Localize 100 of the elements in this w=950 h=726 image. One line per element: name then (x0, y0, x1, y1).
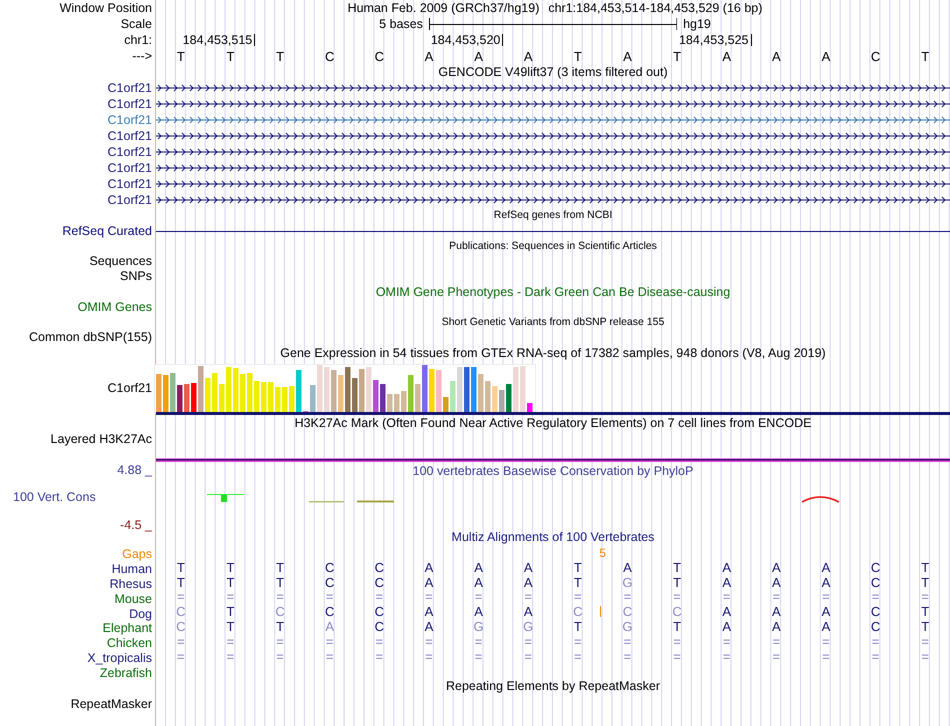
axis-min-label: -4.5 _ (120, 518, 152, 531)
expression-bar[interactable] (198, 366, 204, 413)
track-label[interactable]: Human (112, 563, 152, 576)
aligned-base: = (326, 634, 334, 648)
track-label[interactable]: C1orf21 (108, 146, 152, 158)
base-letter: T (276, 50, 284, 62)
aligned-base: = (872, 590, 880, 604)
expression-bar[interactable] (233, 368, 238, 413)
expression-bar[interactable] (240, 374, 246, 413)
track-label[interactable]: C1orf21 (108, 382, 152, 394)
track-label[interactable]: RefSeq Curated (62, 224, 152, 238)
aligned-base: T (276, 576, 284, 589)
aligned-base: = (574, 634, 582, 648)
aligned-base: C (870, 576, 880, 589)
expression-bar[interactable] (254, 381, 260, 413)
aligned-base: A (772, 605, 781, 618)
insertion-marker (600, 606, 602, 618)
aligned-base: T (276, 560, 284, 574)
track-label[interactable]: RepeatMasker (70, 698, 152, 710)
track-label[interactable]: C1orf21 (108, 82, 152, 94)
track-label[interactable]: C1orf21 (108, 114, 152, 126)
track-label[interactable]: Dog (129, 608, 152, 620)
aligned-base: = (673, 634, 681, 648)
expression-bar[interactable] (156, 374, 162, 413)
expression-bar[interactable] (247, 373, 252, 413)
track-label[interactable]: OMIM Genes (78, 301, 152, 314)
ruler-position: 184,453,520 (430, 34, 504, 46)
aligned-base: A (474, 576, 483, 589)
track-label[interactable]: C1orf21 (108, 194, 152, 206)
expression-bar[interactable] (275, 387, 280, 413)
track-title: Gene Expression in 54 tissues from GTEx RNA-seq of 17382 samples, 948 donors (V8, Aug 2019) (280, 346, 826, 360)
expression-bar[interactable] (212, 373, 218, 413)
expression-bar[interactable] (366, 367, 372, 413)
track-label[interactable]: Chicken (106, 637, 152, 650)
expression-bar[interactable] (331, 370, 336, 413)
track-label[interactable]: C1orf21 (108, 98, 152, 110)
expression-bar[interactable] (282, 387, 288, 413)
expression-bar[interactable] (296, 370, 302, 413)
expression-bar[interactable] (359, 369, 364, 413)
track-label[interactable]: Rhesus (110, 578, 152, 590)
expression-bar[interactable] (429, 369, 434, 413)
aligned-base: = (226, 634, 234, 648)
assembly-name: Human Feb. 2009 (GRCh37/hg19) (348, 2, 540, 14)
expression-bar[interactable] (170, 373, 176, 413)
expression-bar[interactable] (226, 367, 232, 413)
aligned-base: A (524, 560, 533, 574)
track-title: Multiz Alignments of 100 Vertebrates (452, 530, 654, 544)
expression-bar[interactable] (520, 366, 526, 413)
track-label[interactable]: C1orf21 (108, 178, 152, 190)
expression-bar[interactable] (492, 386, 498, 413)
aligned-base: = (276, 650, 284, 663)
expression-bar[interactable] (443, 397, 448, 413)
base-letter: T (574, 50, 582, 62)
gene-line[interactable] (156, 230, 950, 232)
base-letter: T (176, 50, 185, 62)
track-label[interactable]: C1orf21 (108, 130, 152, 142)
expression-bar[interactable] (436, 370, 442, 413)
base-letter: A (524, 50, 533, 62)
track-label[interactable]: SNPs (120, 270, 152, 283)
expression-bar[interactable] (415, 384, 420, 413)
expression-bar[interactable] (394, 394, 400, 413)
expression-bar[interactable] (289, 386, 294, 413)
base-letter: A (722, 50, 732, 62)
expression-bar[interactable] (205, 378, 210, 413)
expression-bar[interactable] (408, 375, 414, 413)
aligned-base: G (474, 620, 484, 634)
expression-bar[interactable] (219, 384, 224, 413)
track-label[interactable]: Elephant (102, 622, 152, 635)
aligned-base: = (624, 634, 632, 648)
track-label[interactable]: Zebrafish (100, 666, 152, 680)
aligned-base: T (673, 576, 682, 589)
expression-bar[interactable] (324, 367, 330, 413)
expression-bar[interactable] (268, 382, 274, 413)
track-label[interactable]: Sequences (89, 255, 152, 268)
expression-bar[interactable] (485, 381, 490, 413)
expression-bar[interactable] (387, 394, 392, 413)
aligned-base: = (624, 650, 632, 663)
expression-bar[interactable] (310, 385, 316, 413)
expression-bar[interactable] (261, 382, 266, 413)
aligned-base: T (574, 620, 582, 634)
expression-bar[interactable] (478, 374, 484, 413)
track-label[interactable]: 100 Vert. Cons (13, 491, 96, 504)
expression-bar[interactable] (457, 367, 462, 413)
expression-bar[interactable] (338, 375, 344, 413)
track-label[interactable]: Layered H3K27Ac (50, 433, 152, 446)
expression-bar[interactable] (401, 391, 406, 413)
expression-bar[interactable] (317, 365, 322, 413)
track-label[interactable]: Common dbSNP(155) (29, 331, 152, 344)
aligned-base: A (822, 560, 830, 574)
aligned-base: = (872, 634, 880, 648)
track-label[interactable]: X_tropicalis (87, 652, 152, 664)
gap-count: 5 (599, 547, 606, 559)
track-label[interactable]: C1orf21 (108, 162, 152, 174)
position-range: chr1:184,453,514-184,453,529 (16 bp) (548, 2, 762, 14)
aligned-base: A (524, 576, 533, 589)
expression-bar[interactable] (450, 381, 456, 413)
track-label[interactable]: Mouse (114, 592, 152, 606)
expression-bar[interactable] (163, 375, 168, 413)
expression-bar[interactable] (499, 390, 504, 413)
expression-bar[interactable] (513, 367, 518, 413)
